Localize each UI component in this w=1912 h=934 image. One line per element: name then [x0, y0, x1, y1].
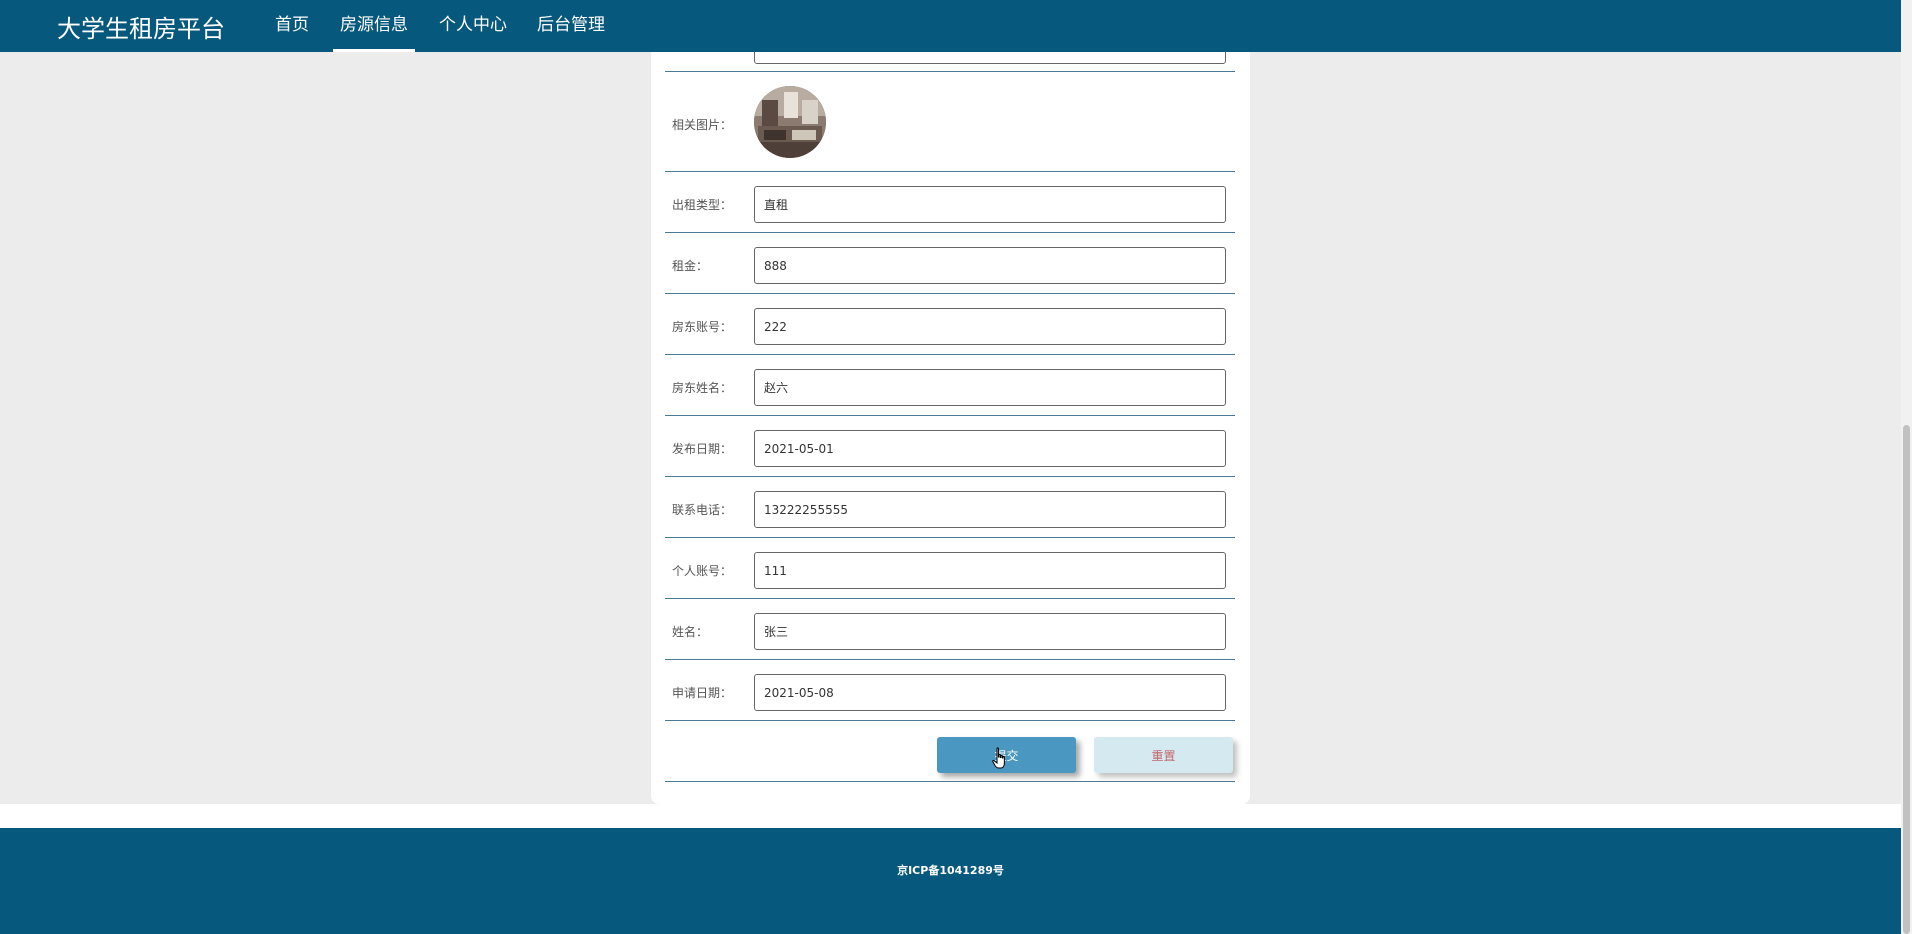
form-row-rental-type: 出租类型： [665, 172, 1235, 233]
contact-phone-label: 联系电话： [672, 503, 733, 517]
reset-button[interactable]: 重置 [1094, 737, 1233, 773]
landlord-name-label: 房东姓名： [672, 381, 733, 395]
form-row-rent: 租金： [665, 233, 1235, 294]
rental-type-input[interactable] [754, 186, 1226, 223]
form-row-actions: 提交 重置 [665, 721, 1235, 782]
personal-account-input[interactable] [754, 552, 1226, 589]
rent-input[interactable] [754, 247, 1226, 284]
landlord-name-input[interactable] [754, 369, 1226, 406]
footer: 京ICP备1041289号 [0, 828, 1901, 934]
form-row-landlord-account: 房东账号： [665, 294, 1235, 355]
contact-phone-input[interactable] [754, 491, 1226, 528]
top-navbar: 大学生租房平台 首页 房源信息 个人中心 后台管理 [0, 0, 1901, 52]
form-card: 相关图片： 出租类型： 租金： [651, 27, 1250, 804]
form-row-name: 姓名： [665, 599, 1235, 660]
rent-label: 租金： [672, 259, 709, 273]
footer-spacer [0, 804, 1901, 828]
personal-account-label: 个人账号： [672, 564, 733, 578]
page-scrollbar[interactable] [1901, 0, 1912, 934]
nav-listings[interactable]: 房源信息 [333, 0, 415, 52]
scrollbar-thumb[interactable] [1903, 425, 1910, 934]
room-photo[interactable] [754, 86, 826, 158]
form-row-apply-date: 申请日期： [665, 660, 1235, 721]
nav-personal-center[interactable]: 个人中心 [432, 0, 514, 52]
apply-date-label: 申请日期： [672, 686, 733, 700]
form-row-contact-phone: 联系电话： [665, 477, 1235, 538]
landlord-account-input[interactable] [754, 308, 1226, 345]
form-row-image: 相关图片： [665, 72, 1235, 172]
rental-type-label: 出租类型： [672, 198, 733, 212]
form-row-personal-account: 个人账号： [665, 538, 1235, 599]
publish-date-input[interactable] [754, 430, 1226, 467]
form-row-publish-date: 发布日期： [665, 416, 1235, 477]
nav-admin[interactable]: 后台管理 [530, 0, 612, 52]
name-label: 姓名： [672, 625, 709, 639]
image-label: 相关图片： [672, 118, 733, 132]
nav-home[interactable]: 首页 [268, 0, 316, 52]
publish-date-label: 发布日期： [672, 442, 733, 456]
main-area: 相关图片： 出租类型： 租金： [0, 27, 1901, 804]
site-brand[interactable]: 大学生租房平台 [57, 9, 225, 44]
name-input[interactable] [754, 613, 1226, 650]
form-row-previous [665, 27, 1235, 72]
landlord-account-label: 房东账号： [672, 320, 733, 334]
submit-button[interactable]: 提交 [937, 737, 1076, 773]
apply-date-input[interactable] [754, 674, 1226, 711]
form-row-landlord-name: 房东姓名： [665, 355, 1235, 416]
icp-record: 京ICP备1041289号 [897, 864, 1004, 877]
